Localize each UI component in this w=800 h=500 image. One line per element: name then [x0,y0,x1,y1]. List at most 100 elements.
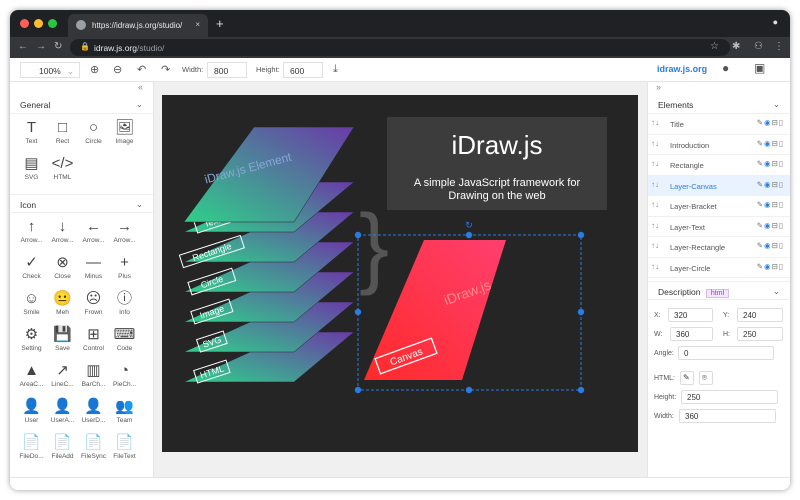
tool-plus[interactable]: + Plus [109,253,140,289]
minimize-window-button[interactable] [34,19,43,28]
resize-handle[interactable] [465,386,473,394]
eye-icon[interactable]: ◉ [764,262,772,271]
reorder-arrows-icon[interactable]: ↑↓ [651,262,659,271]
tool-filesync[interactable]: 📄 FileSync [78,433,109,469]
lock-icon[interactable]: ⊟ [772,118,779,127]
download-icon[interactable]: ⤓ [333,63,338,76]
element-row[interactable]: ↑↓ Layer-Circle ✎◉⊟▯ [648,258,790,278]
drawing-canvas[interactable]: HTMLSVGImageCircleRectangleTextiDraw.js … [154,82,647,477]
element-row[interactable]: ↑↓ Title ✎◉⊟▯ [648,114,790,135]
tool-arrow[interactable]: ↓ Arrow... [47,217,78,253]
reorder-arrows-icon[interactable]: ↑↓ [651,139,659,148]
tool-linec[interactable]: ↗ LineC... [47,361,78,397]
tool-meh[interactable]: 😐 Meh [47,289,78,325]
tool-userd[interactable]: 👤 UserD... [78,397,109,433]
element-row[interactable]: ↑↓ Layer-Rectangle ✎◉⊟▯ [648,237,790,258]
tool-rect[interactable]: □ Rect [47,118,78,154]
html-width-input[interactable]: 360 [679,409,776,423]
lock-icon[interactable]: ⊟ [772,180,779,189]
reorder-arrows-icon[interactable]: ↑↓ [651,221,659,230]
reorder-arrows-icon[interactable]: ↑↓ [651,241,659,250]
url-input[interactable]: 🔒 idraw.js.org/studio/ [70,39,730,56]
github-icon[interactable]: ● [722,61,729,75]
tool-check[interactable]: ✓ Check [16,253,47,289]
tool-arrow[interactable]: ← Arrow... [78,217,109,253]
tool-minus[interactable]: — Minus [78,253,109,289]
tool-frown[interactable]: ☹ Frown [78,289,109,325]
delete-icon[interactable]: ▯ [779,221,784,230]
reorder-arrows-icon[interactable]: ↑↓ [651,200,659,209]
lock-icon[interactable]: ⊟ [772,139,779,148]
lock-icon[interactable]: ⊟ [772,159,779,168]
tool-filedo[interactable]: 📄 FileDo... [16,433,47,469]
tool-barch[interactable]: ▥ BarCh... [78,361,109,397]
edit-icon[interactable]: ✎ [757,200,764,209]
delete-icon[interactable]: ▯ [779,159,784,168]
delete-icon[interactable]: ▯ [779,241,784,250]
tool-save[interactable]: 💾 Save [47,325,78,361]
bracket-shape[interactable]: } [359,197,389,297]
terminal-icon[interactable]: ▣ [754,61,765,75]
tool-team[interactable]: 👥 Team [109,397,140,433]
lock-icon[interactable]: ⊟ [772,200,779,209]
close-window-button[interactable] [20,19,29,28]
delete-icon[interactable]: ▯ [779,262,784,271]
zoom-select[interactable]: 100% ⌄ [20,62,80,78]
tool-info[interactable]: ⓘ Info [109,289,140,325]
element-row[interactable]: ↑↓ Layer-Bracket ✎◉⊟▯ [648,196,790,217]
tool-piech[interactable]: ◔ PieCh... [109,361,140,397]
reorder-arrows-icon[interactable]: ↑↓ [651,159,659,168]
preview-html-icon[interactable]: ⌾ [699,371,713,385]
reorder-arrows-icon[interactable]: ↑↓ [651,180,659,189]
delete-icon[interactable]: ▯ [779,118,784,127]
eye-icon[interactable]: ◉ [764,221,772,230]
resize-handle[interactable] [354,386,362,394]
maximize-window-button[interactable] [48,19,57,28]
edit-icon[interactable]: ✎ [757,221,764,230]
undo-icon[interactable]: ↶ [137,63,146,76]
delete-icon[interactable]: ▯ [779,180,784,189]
edit-icon[interactable]: ✎ [757,159,764,168]
tool-setting[interactable]: ⚙ Setting [16,325,47,361]
eye-icon[interactable]: ◉ [764,241,772,250]
lock-icon[interactable]: ⊟ [772,241,779,250]
icon-section-header[interactable]: Icon ⌄ [10,194,153,213]
eye-icon[interactable]: ◉ [764,159,772,168]
zoom-in-icon[interactable]: ⊕ [90,63,99,76]
lock-icon[interactable]: ⊟ [772,221,779,230]
new-tab-button[interactable]: + [216,16,224,31]
edit-icon[interactable]: ✎ [757,180,764,189]
tool-svg[interactable]: ▤ SVG [16,154,47,190]
tool-code[interactable]: ⌨ Code [109,325,140,361]
menu-icon[interactable]: ⋮ [774,41,784,52]
reload-icon[interactable]: ↻ [54,41,62,52]
x-input[interactable]: 320 [668,308,713,322]
resize-handle[interactable] [577,386,585,394]
tool-arrow[interactable]: → Arrow... [109,217,140,253]
html-height-input[interactable]: 250 [681,390,778,404]
element-row[interactable]: ↑↓ Layer-Text ✎◉⊟▯ [648,217,790,237]
profile-icon[interactable]: ⚇ [754,41,763,52]
collapse-left-icon[interactable]: « [10,82,153,95]
delete-icon[interactable]: ▯ [779,200,784,209]
edit-icon[interactable]: ✎ [757,139,764,148]
rotate-handle-icon[interactable]: ↻ [465,220,473,230]
tool-smile[interactable]: ☺ Smile [16,289,47,325]
tool-arrow[interactable]: ↑ Arrow... [16,217,47,253]
eye-icon[interactable]: ◉ [764,200,772,209]
extension-icon[interactable]: ● [773,17,778,27]
tool-areac[interactable]: ▲ AreaC... [16,361,47,397]
eye-icon[interactable]: ◉ [764,139,772,148]
edit-html-icon[interactable]: ✎ [680,371,694,385]
tool-control[interactable]: ⊞ Control [78,325,109,361]
tool-fileadd[interactable]: 📄 FileAdd [47,433,78,469]
general-section-header[interactable]: General ⌄ [10,95,153,114]
canvas-height-input[interactable]: 600 [283,62,323,78]
lock-icon[interactable]: ⊟ [772,262,779,271]
elements-header[interactable]: Elements ⌄ [648,95,790,114]
collapse-right-icon[interactable]: » [648,82,790,95]
h-input[interactable]: 250 [737,327,783,341]
w-input[interactable]: 360 [670,327,713,341]
y-input[interactable]: 240 [737,308,783,322]
element-row[interactable]: ↑↓ Layer-Canvas ✎◉⊟▯ [648,175,790,196]
